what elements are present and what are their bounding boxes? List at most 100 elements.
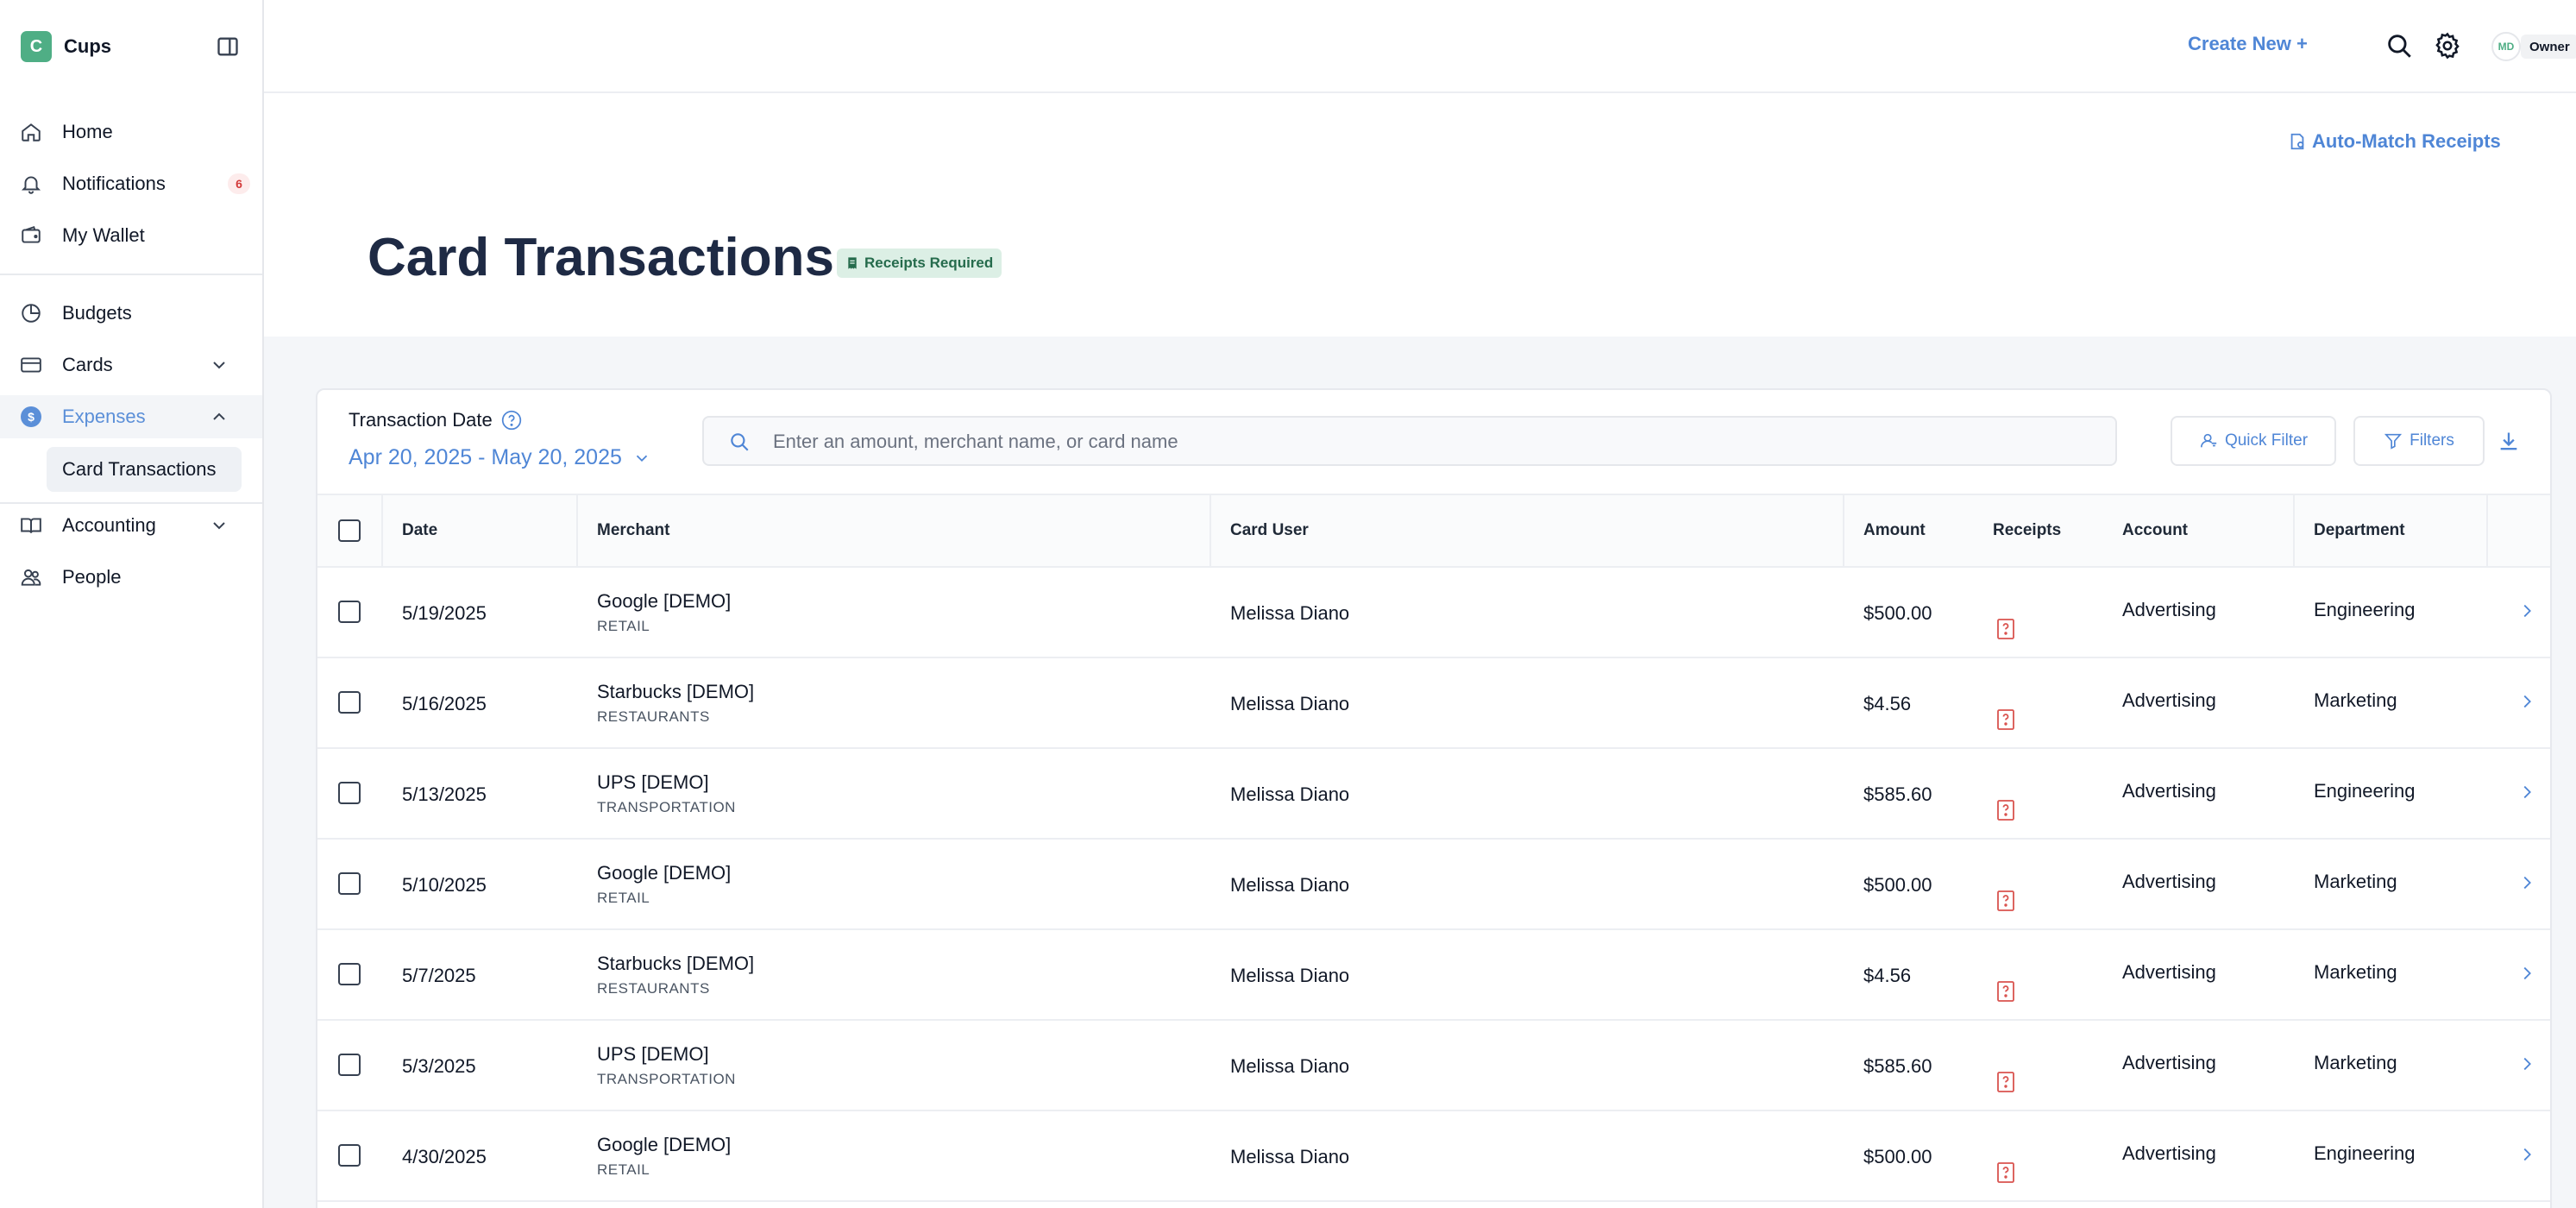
sidebar-collapse-icon[interactable]: [216, 35, 240, 59]
chevron-right-icon[interactable]: [2517, 1054, 2536, 1074]
row-card-user: Melissa Diano: [1230, 1055, 1350, 1077]
book-icon: [19, 513, 43, 538]
chevron-right-icon[interactable]: [2517, 601, 2536, 621]
table-row[interactable]: 5/19/2025 Google [DEMO] RETAIL Melissa D…: [317, 568, 2550, 658]
row-card-user: Melissa Diano: [1230, 1146, 1350, 1167]
sidebar-item-label: My Wallet: [62, 224, 145, 246]
sidebar-item-expenses[interactable]: $ Expenses: [0, 395, 262, 438]
table-row[interactable]: 5/10/2025 Google [DEMO] RETAIL Melissa D…: [317, 840, 2550, 930]
avatar[interactable]: MD: [2491, 32, 2521, 61]
row-checkbox[interactable]: [338, 963, 361, 985]
missing-receipt-icon[interactable]: [1996, 799, 2015, 821]
search-field[interactable]: [702, 416, 2117, 466]
row-checkbox[interactable]: [338, 1144, 361, 1167]
row-date: 5/13/2025: [402, 783, 487, 805]
row-department: Engineering: [2314, 780, 2416, 802]
missing-receipt-icon[interactable]: [1996, 1161, 2015, 1184]
sidebar: C Cups Home Notifications 6 My Wallet Bu…: [0, 0, 264, 1208]
help-icon[interactable]: [500, 409, 523, 431]
sidebar-item-label: Home: [62, 121, 113, 142]
table-row[interactable]: 5/7/2025 Starbucks [DEMO] RESTAURANTS Me…: [317, 930, 2550, 1021]
top-bar: Create New + MD Owner: [264, 0, 2576, 93]
row-merchant-category: RETAIL: [597, 618, 650, 634]
search-icon: [731, 433, 749, 451]
column-header-card-user[interactable]: Card User: [1230, 521, 1309, 540]
chevron-up-icon[interactable]: [209, 406, 229, 427]
row-date: 5/19/2025: [402, 602, 487, 624]
date-range-picker[interactable]: Apr 20, 2025 - May 20, 2025: [349, 445, 651, 470]
sidebar-item-accounting[interactable]: Accounting: [19, 504, 243, 547]
select-all-checkbox[interactable]: [338, 519, 361, 542]
chevron-down-icon[interactable]: [209, 515, 229, 536]
sidebar-subitem-card-transactions[interactable]: Card Transactions: [47, 447, 242, 492]
missing-receipt-icon[interactable]: [1996, 980, 2015, 1003]
row-merchant-category: RESTAURANTS: [597, 980, 710, 997]
row-checkbox[interactable]: [338, 872, 361, 895]
row-merchant-category: RESTAURANTS: [597, 708, 710, 725]
page-title: Card Transactions: [368, 228, 834, 287]
auto-match-receipts-button[interactable]: Auto-Match Receipts: [2288, 130, 2501, 153]
chevron-right-icon[interactable]: [2517, 782, 2536, 802]
row-date: 5/3/2025: [402, 1055, 476, 1077]
row-card-user: Melissa Diano: [1230, 602, 1350, 624]
row-merchant: Google [DEMO]: [597, 1134, 732, 1155]
bell-icon: [19, 172, 43, 196]
search-input[interactable]: [773, 425, 2102, 459]
row-account: Advertising: [2122, 599, 2216, 620]
row-account: Advertising: [2122, 871, 2216, 892]
chevron-right-icon[interactable]: [2517, 1144, 2536, 1165]
row-merchant: Google [DEMO]: [597, 862, 732, 884]
missing-receipt-icon[interactable]: [1996, 1071, 2015, 1093]
column-separator: [2293, 495, 2295, 568]
column-header-date[interactable]: Date: [402, 521, 437, 540]
chevron-right-icon[interactable]: [2517, 963, 2536, 984]
sidebar-item-cards[interactable]: Cards: [19, 343, 243, 387]
column-header-department[interactable]: Department: [2314, 521, 2405, 540]
row-amount: $500.00: [1863, 1146, 1932, 1167]
row-date: 4/30/2025: [402, 1146, 487, 1167]
row-merchant: Google [DEMO]: [597, 590, 732, 612]
row-merchant: Starbucks [DEMO]: [597, 953, 755, 974]
table-row[interactable]: 5/3/2025 UPS [DEMO] TRANSPORTATION Melis…: [317, 1021, 2550, 1111]
column-header-account[interactable]: Account: [2122, 521, 2188, 540]
filters-button[interactable]: Filters: [2353, 416, 2485, 466]
search-icon[interactable]: [2384, 31, 2414, 60]
sidebar-item-people[interactable]: People: [19, 556, 243, 599]
sidebar-item-home[interactable]: Home: [19, 110, 243, 154]
receipt-match-icon: [2290, 133, 2304, 150]
column-header-amount[interactable]: Amount: [1863, 521, 1926, 540]
row-checkbox[interactable]: [338, 1054, 361, 1076]
sidebar-item-budgets[interactable]: Budgets: [19, 292, 243, 335]
table-row[interactable]: 5/13/2025 UPS [DEMO] TRANSPORTATION Meli…: [317, 749, 2550, 840]
chevron-right-icon[interactable]: [2517, 872, 2536, 893]
table-row[interactable]: 4/30/2025 Google [DEMO] RETAIL Melissa D…: [317, 1111, 2550, 1202]
row-checkbox[interactable]: [338, 601, 361, 623]
table-row[interactable]: 5/16/2025 Starbucks [DEMO] RESTAURANTS M…: [317, 658, 2550, 749]
sidebar-item-notifications[interactable]: Notifications 6: [19, 162, 250, 205]
missing-receipt-icon[interactable]: [1996, 708, 2015, 731]
missing-receipt-icon[interactable]: [1996, 890, 2015, 912]
row-date: 5/10/2025: [402, 874, 487, 896]
row-department: Marketing: [2314, 961, 2397, 983]
column-header-receipts[interactable]: Receipts: [1993, 521, 2061, 540]
badge-label: Receipts Required: [864, 255, 994, 271]
column-header-merchant[interactable]: Merchant: [597, 521, 669, 540]
wallet-icon: [19, 223, 43, 248]
gear-icon[interactable]: [2433, 31, 2462, 60]
chevron-down-icon[interactable]: [209, 355, 229, 375]
workspace-switcher[interactable]: C Cups: [21, 31, 111, 62]
column-separator: [1209, 495, 1211, 568]
sidebar-item-my-wallet[interactable]: My Wallet: [19, 214, 243, 257]
download-icon[interactable]: [2497, 430, 2521, 454]
column-separator: [2486, 495, 2488, 568]
row-merchant: UPS [DEMO]: [597, 1043, 709, 1065]
quick-filter-button[interactable]: Quick Filter: [2171, 416, 2336, 466]
create-new-button[interactable]: Create New +: [2188, 33, 2308, 55]
chevron-right-icon[interactable]: [2517, 691, 2536, 712]
transaction-date-label: Transaction Date: [349, 409, 493, 431]
auto-match-label: Auto-Match Receipts: [2312, 130, 2501, 152]
missing-receipt-icon[interactable]: [1996, 618, 2015, 640]
row-checkbox[interactable]: [338, 782, 361, 804]
home-icon: [19, 120, 43, 144]
row-checkbox[interactable]: [338, 691, 361, 714]
